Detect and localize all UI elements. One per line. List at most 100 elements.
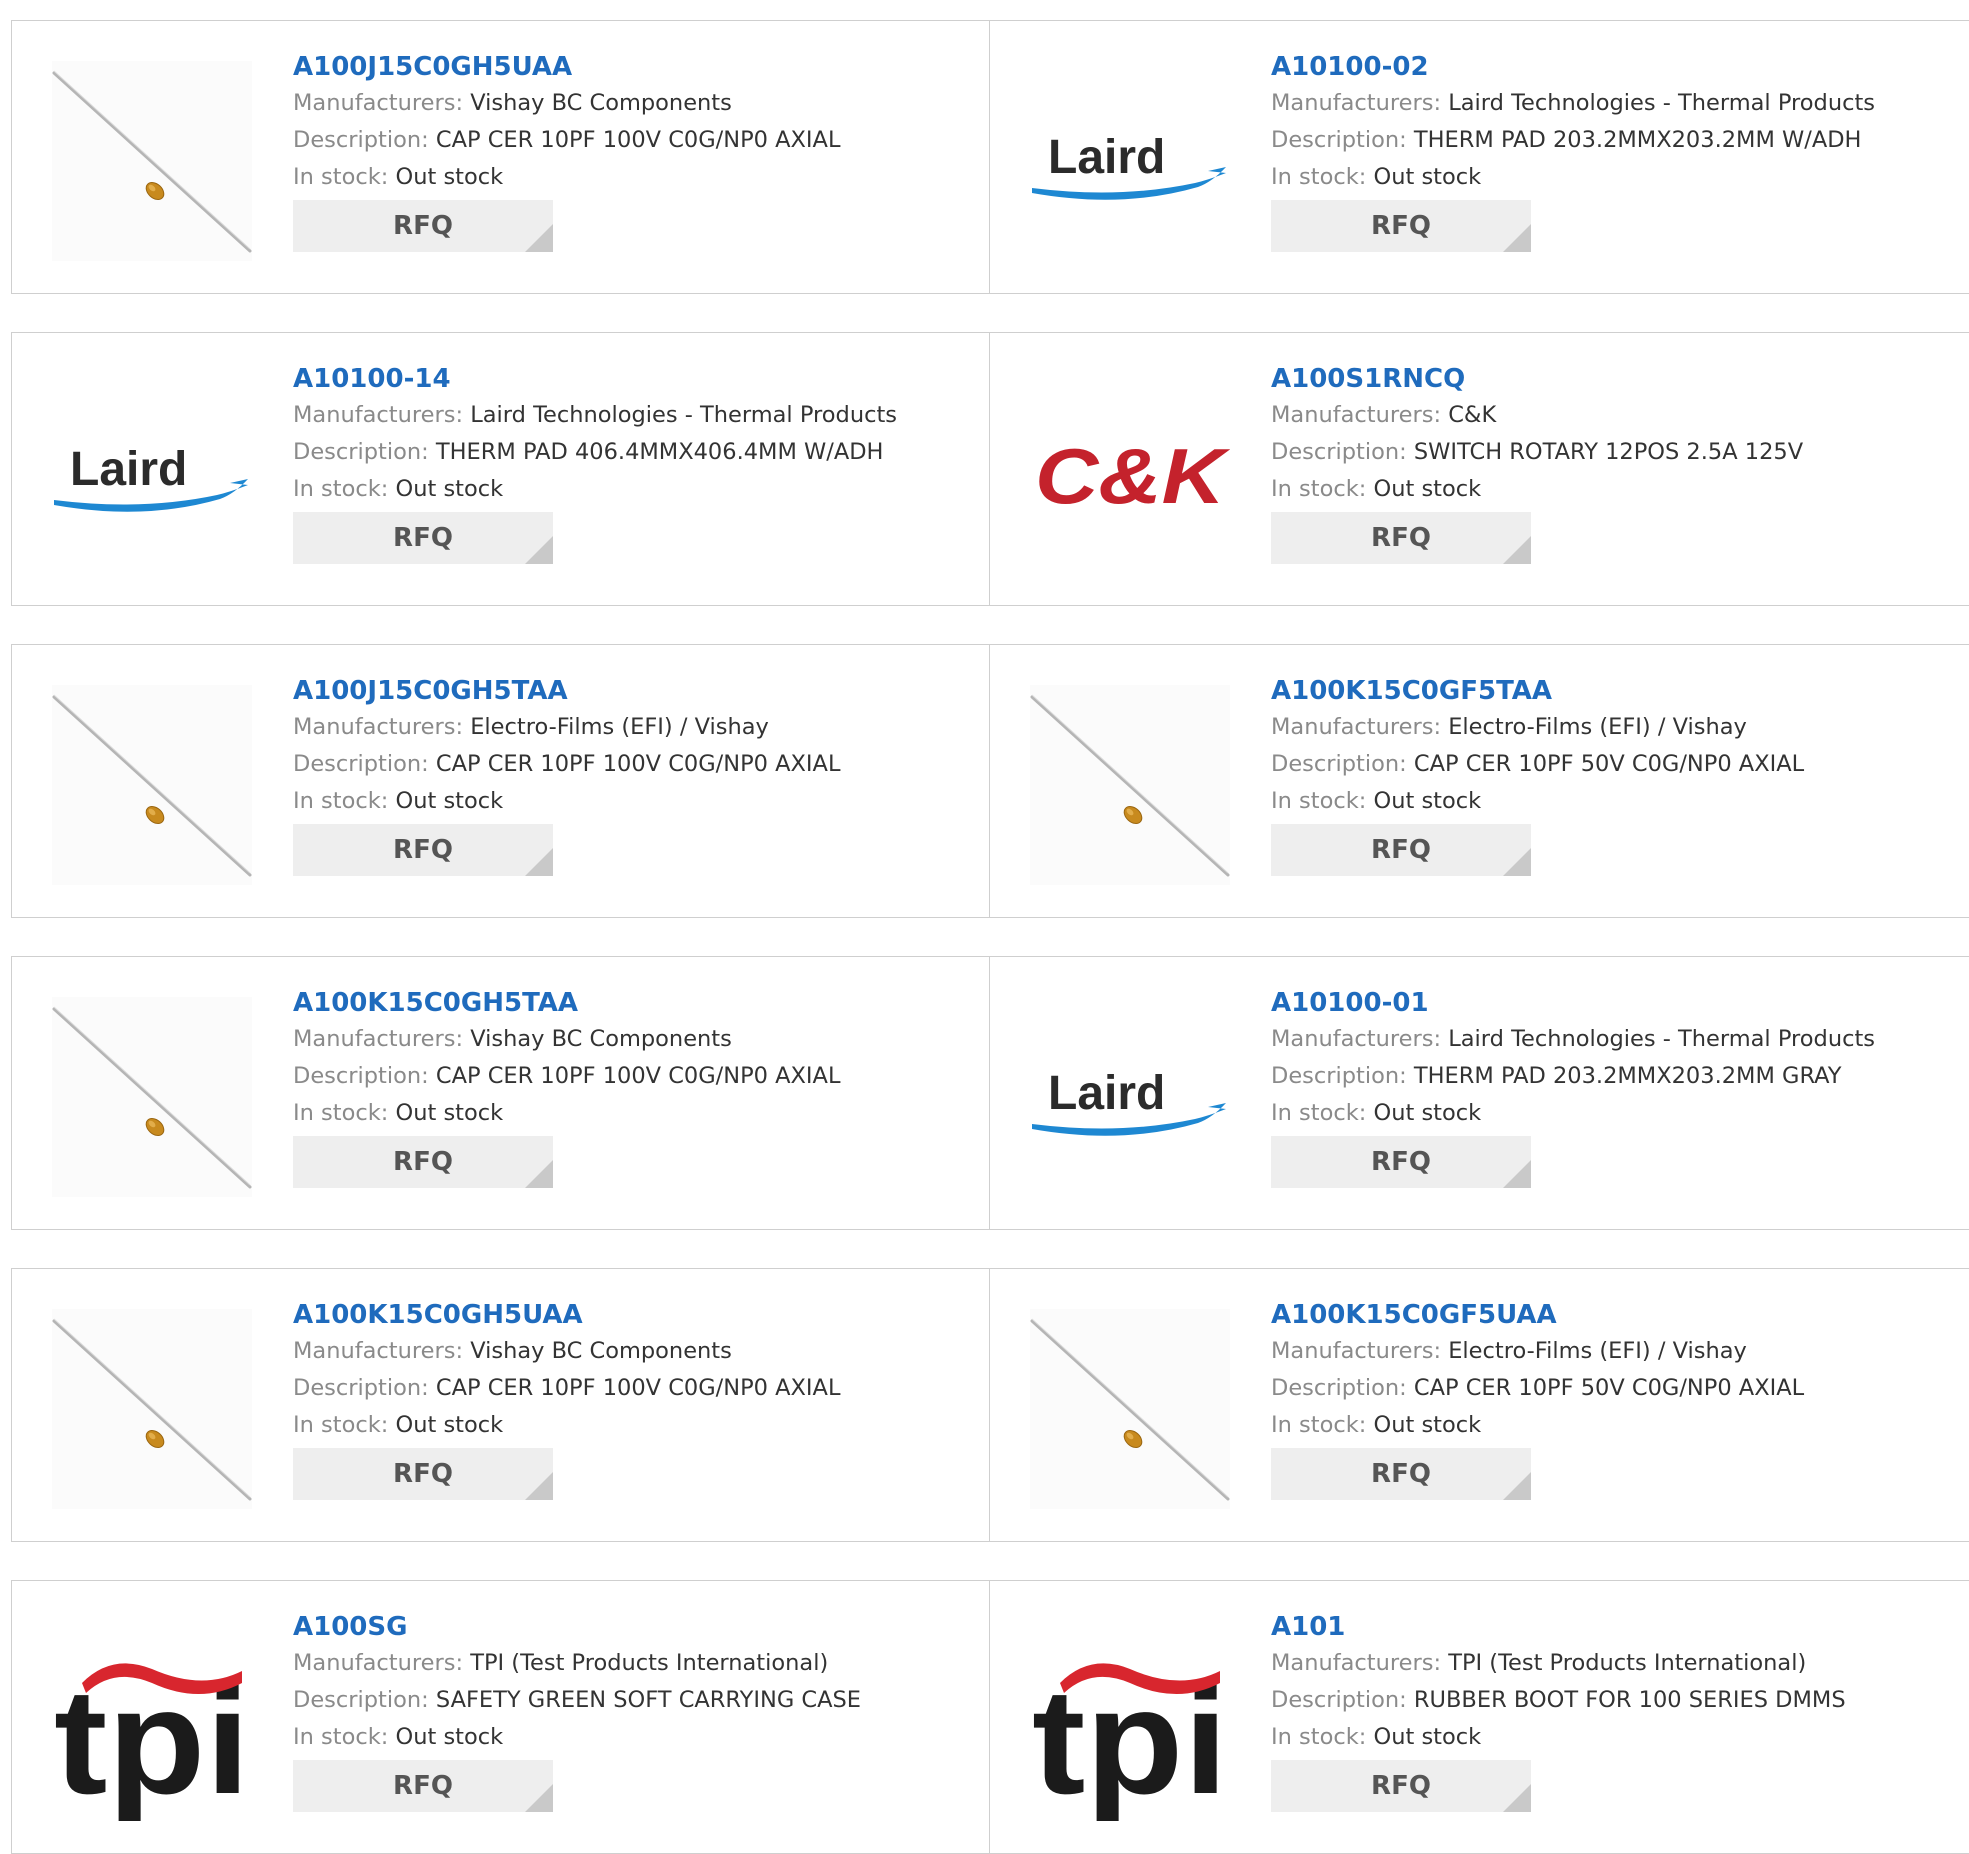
- product-row: tpi A100SG Manufacturers: TPI (Test Prod…: [11, 1580, 1969, 1854]
- rfq-button[interactable]: RFQ: [1271, 1136, 1531, 1188]
- manufacturer-label: Manufacturers:: [293, 90, 464, 116]
- stock-value: Out stock: [395, 1412, 504, 1438]
- description-row: Description: CAP CER 10PF 50V C0G/NP0 AX…: [1271, 746, 1960, 783]
- rfq-label: RFQ: [1371, 1771, 1431, 1801]
- manufacturer-row: Manufacturers: Laird Technologies - Ther…: [1271, 1021, 1960, 1058]
- product-info: A100K15C0GH5TAA Manufacturers: Vishay BC…: [293, 985, 979, 1188]
- rfq-button[interactable]: RFQ: [1271, 824, 1531, 876]
- product-thumbnail[interactable]: [1030, 685, 1230, 885]
- stock-label: In stock:: [293, 1100, 389, 1126]
- product-thumbnail[interactable]: [52, 997, 252, 1197]
- stock-value: Out stock: [395, 1724, 504, 1750]
- description-label: Description:: [1271, 751, 1407, 777]
- product-card: A100K15C0GF5TAA Manufacturers: Electro-F…: [990, 645, 1969, 917]
- manufacturer-row: Manufacturers: Electro-Films (EFI) / Vis…: [293, 709, 979, 746]
- product-row: A100K15C0GH5TAA Manufacturers: Vishay BC…: [11, 956, 1969, 1230]
- manufacturer-value: Vishay BC Components: [470, 90, 732, 116]
- stock-value: Out stock: [1373, 164, 1482, 190]
- rfq-button[interactable]: RFQ: [1271, 200, 1531, 252]
- rfq-button[interactable]: RFQ: [293, 1760, 553, 1812]
- manufacturer-value: Electro-Films (EFI) / Vishay: [470, 714, 769, 740]
- stock-label: In stock:: [1271, 476, 1367, 502]
- stock-label: In stock:: [1271, 164, 1367, 190]
- product-thumbnail[interactable]: Laird: [52, 373, 252, 573]
- part-number-link[interactable]: A100J15C0GH5TAA: [293, 673, 979, 709]
- rfq-button[interactable]: RFQ: [293, 200, 553, 252]
- part-number-link[interactable]: A10100-01: [1271, 985, 1960, 1021]
- manufacturer-value: Laird Technologies - Thermal Products: [1448, 1026, 1875, 1052]
- description-value: CAP CER 10PF 100V C0G/NP0 AXIAL: [435, 1375, 841, 1401]
- manufacturer-value: TPI (Test Products International): [1448, 1650, 1807, 1676]
- product-info: A10100-01 Manufacturers: Laird Technolog…: [1271, 985, 1960, 1188]
- stock-row: In stock: Out stock: [293, 783, 979, 820]
- capacitor-image: [52, 997, 252, 1197]
- product-card: A100J15C0GH5TAA Manufacturers: Electro-F…: [12, 645, 990, 917]
- part-number-link[interactable]: A10100-14: [293, 361, 979, 397]
- product-thumbnail[interactable]: tpi: [52, 1621, 252, 1821]
- product-thumbnail[interactable]: [52, 61, 252, 261]
- laird-logo-text: Laird: [1048, 131, 1165, 184]
- product-thumbnail[interactable]: Laird: [1030, 997, 1230, 1197]
- rfq-button[interactable]: RFQ: [293, 1448, 553, 1500]
- part-number-link[interactable]: A100K15C0GH5TAA: [293, 985, 979, 1021]
- product-info: A100J15C0GH5UAA Manufacturers: Vishay BC…: [293, 49, 979, 252]
- stock-row: In stock: Out stock: [1271, 1719, 1960, 1756]
- rfq-button[interactable]: RFQ: [1271, 1448, 1531, 1500]
- manufacturer-row: Manufacturers: Vishay BC Components: [293, 1021, 979, 1058]
- laird-logo-text: Laird: [1048, 1067, 1165, 1120]
- corner-decoration: [1503, 848, 1531, 876]
- description-value: SAFETY GREEN SOFT CARRYING CASE: [435, 1687, 862, 1713]
- manufacturer-label: Manufacturers:: [1271, 714, 1442, 740]
- part-number-link[interactable]: A100S1RNCQ: [1271, 361, 1960, 397]
- part-number-link[interactable]: A101: [1271, 1609, 1960, 1645]
- description-row: Description: SWITCH ROTARY 12POS 2.5A 12…: [1271, 434, 1960, 471]
- part-number-link[interactable]: A100K15C0GH5UAA: [293, 1297, 979, 1333]
- manufacturer-value: Laird Technologies - Thermal Products: [470, 402, 897, 428]
- stock-row: In stock: Out stock: [1271, 1095, 1960, 1132]
- product-thumbnail[interactable]: C&K: [1030, 373, 1230, 573]
- rfq-button[interactable]: RFQ: [1271, 1760, 1531, 1812]
- stock-row: In stock: Out stock: [1271, 783, 1960, 820]
- description-row: Description: CAP CER 10PF 100V C0G/NP0 A…: [293, 122, 979, 159]
- part-number-link[interactable]: A100K15C0GF5UAA: [1271, 1297, 1960, 1333]
- rfq-label: RFQ: [1371, 835, 1431, 865]
- manufacturer-label: Manufacturers:: [293, 1338, 464, 1364]
- product-grid: A100J15C0GH5UAA Manufacturers: Vishay BC…: [0, 0, 1969, 1854]
- stock-value: Out stock: [1373, 788, 1482, 814]
- product-thumbnail[interactable]: [52, 685, 252, 885]
- stock-row: In stock: Out stock: [1271, 1407, 1960, 1444]
- rfq-button[interactable]: RFQ: [293, 824, 553, 876]
- manufacturer-label: Manufacturers:: [293, 1650, 464, 1676]
- description-label: Description:: [293, 1375, 429, 1401]
- product-thumbnail[interactable]: [1030, 1309, 1230, 1509]
- description-value: THERM PAD 203.2MMX203.2MM GRAY: [1413, 1063, 1842, 1089]
- part-number-link[interactable]: A100SG: [293, 1609, 979, 1645]
- corner-decoration: [1503, 1472, 1531, 1500]
- rfq-label: RFQ: [1371, 1459, 1431, 1489]
- product-row: A100J15C0GH5TAA Manufacturers: Electro-F…: [11, 644, 1969, 918]
- part-number-link[interactable]: A100K15C0GF5TAA: [1271, 673, 1960, 709]
- manufacturer-row: Manufacturers: Vishay BC Components: [293, 85, 979, 122]
- manufacturer-value: Electro-Films (EFI) / Vishay: [1448, 1338, 1747, 1364]
- stock-value: Out stock: [1373, 1412, 1482, 1438]
- rfq-button[interactable]: RFQ: [1271, 512, 1531, 564]
- product-thumbnail[interactable]: [52, 1309, 252, 1509]
- manufacturer-label: Manufacturers:: [293, 714, 464, 740]
- product-info: A100K15C0GF5UAA Manufacturers: Electro-F…: [1271, 1297, 1960, 1500]
- manufacturer-label: Manufacturers:: [1271, 1650, 1442, 1676]
- description-value: SWITCH ROTARY 12POS 2.5A 125V: [1413, 439, 1804, 465]
- description-value: CAP CER 10PF 100V C0G/NP0 AXIAL: [435, 751, 841, 777]
- description-row: Description: CAP CER 10PF 100V C0G/NP0 A…: [293, 1370, 979, 1407]
- rfq-button[interactable]: RFQ: [293, 1136, 553, 1188]
- product-info: A100K15C0GH5UAA Manufacturers: Vishay BC…: [293, 1297, 979, 1500]
- manufacturer-value: TPI (Test Products International): [470, 1650, 829, 1676]
- rfq-button[interactable]: RFQ: [293, 512, 553, 564]
- part-number-link[interactable]: A10100-02: [1271, 49, 1960, 85]
- laird-logo: Laird: [1032, 1067, 1226, 1136]
- part-number-link[interactable]: A100J15C0GH5UAA: [293, 49, 979, 85]
- product-thumbnail[interactable]: Laird: [1030, 61, 1230, 261]
- ck-logo: C&K: [1035, 432, 1230, 520]
- product-thumbnail[interactable]: tpi: [1030, 1621, 1230, 1821]
- stock-value: Out stock: [395, 476, 504, 502]
- rfq-label: RFQ: [393, 835, 453, 865]
